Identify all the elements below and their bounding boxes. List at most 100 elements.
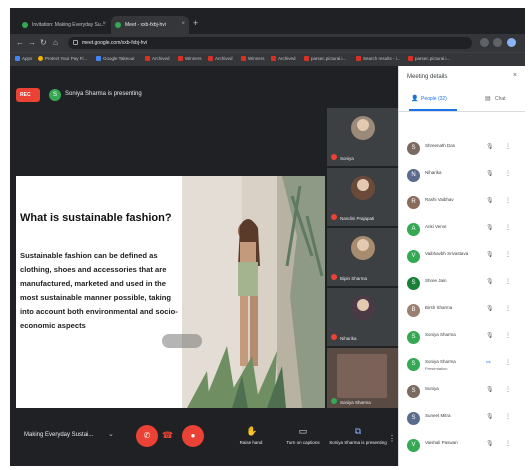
bookmark[interactable]: parsec.pictural.i...: [408, 56, 450, 61]
participant-avatar: S: [407, 385, 420, 398]
presenter-avatar: S: [49, 89, 61, 101]
bookmark[interactable]: Google Takeout: [96, 56, 134, 61]
profile-avatar[interactable]: [507, 38, 516, 47]
camera-toggle-button[interactable]: ●: [182, 425, 204, 447]
bookmark[interactable]: Archived: [271, 56, 296, 61]
url-text: meet.google.com/xxb-fxbj-hvi: [82, 40, 148, 46]
participant-tile[interactable]: Niharika: [327, 288, 398, 346]
mic-icon[interactable]: 🎙: [486, 332, 494, 339]
meeting-title[interactable]: Making Everyday Sustai...: [24, 432, 93, 438]
hand-icon: ✋: [246, 426, 258, 436]
new-tab-button[interactable]: +: [193, 18, 198, 28]
participant-row[interactable]: S Suneet Mitra 🎙 ⋮: [399, 408, 525, 432]
participant-row[interactable]: S Shree Jain 🎙 ⋮: [399, 273, 525, 297]
bookmark[interactable]: parsec.pictural.i...: [304, 56, 346, 61]
browser-tab[interactable]: Invitation: Making Everyday Su... ×: [18, 16, 110, 34]
chevron-down-icon[interactable]: ⌄: [108, 430, 114, 438]
more-options-icon[interactable]: ⋮: [505, 278, 511, 285]
tab-people[interactable]: People (32): [421, 96, 447, 102]
close-tab-icon[interactable]: ×: [181, 21, 185, 27]
participant-row[interactable]: V Vaishali Paswan 🎙 ⋮: [399, 435, 525, 459]
forward-icon[interactable]: →: [28, 37, 36, 49]
bookmark-apps[interactable]: Apps: [15, 56, 32, 61]
participant-tile[interactable]: Soniya: [327, 108, 398, 166]
participant-name: Anki Verve: [425, 224, 447, 229]
mic-icon[interactable]: 🎙: [486, 386, 494, 393]
captions-button[interactable]: ▭ Turn on captions: [280, 426, 326, 445]
close-tab-icon[interactable]: ×: [102, 21, 106, 27]
mic-icon[interactable]: 🎙: [486, 305, 494, 312]
participant-tile[interactable]: Bipin Sharma: [327, 228, 398, 286]
participant-row[interactable]: S Suniya 🎙 ⋮: [399, 381, 525, 405]
participant-avatar: N: [407, 169, 420, 182]
participant-row[interactable]: R Rashi Vaibhav 🎙 ⋮: [399, 192, 525, 216]
tab-label: Invitation: Making Everyday Su...: [32, 22, 105, 28]
participant-avatar: A: [407, 223, 420, 236]
bookmark[interactable]: Search results - i...: [356, 56, 401, 61]
more-options-icon[interactable]: ⋮: [505, 224, 511, 231]
bookmark[interactable]: Archived: [208, 56, 233, 61]
participant-row[interactable]: B Birsh Sharma 🎙 ⋮: [399, 300, 525, 324]
more-options-icon[interactable]: ⋮: [505, 440, 511, 447]
participant-avatar: S: [407, 331, 420, 344]
tab-chat[interactable]: Chat: [495, 96, 506, 102]
bookmark[interactable]: Winners: [241, 56, 265, 61]
more-options-icon[interactable]: ⋮: [505, 386, 511, 393]
hang-up-button[interactable]: ☎: [162, 431, 174, 440]
slide-hover-control[interactable]: [162, 334, 202, 348]
more-options-icon[interactable]: ⋮: [505, 332, 511, 339]
close-icon[interactable]: ×: [513, 72, 517, 79]
extension-icon[interactable]: [493, 38, 502, 47]
presenting-icon[interactable]: ⇨: [486, 359, 491, 366]
bookmark[interactable]: Winners: [178, 56, 202, 61]
camera-off-icon: ●: [190, 431, 196, 440]
mic-toggle-button[interactable]: ✆: [136, 425, 158, 447]
participant-row[interactable]: S Soniya Sharma 🎙 ⋮: [399, 327, 525, 351]
home-icon[interactable]: ⌂: [53, 37, 58, 49]
raise-hand-label: Raise hand: [239, 440, 263, 445]
mic-icon[interactable]: 🎙: [486, 440, 494, 447]
participant-name: Niharika: [425, 170, 442, 175]
more-options-icon[interactable]: ⋮: [505, 359, 511, 366]
slide-title: What is sustainable fashion?: [20, 212, 172, 224]
participant-name: Suniya: [425, 386, 439, 391]
presentation-slide: What is sustainable fashion? Sustainable…: [16, 176, 325, 408]
more-options-icon[interactable]: ⋮: [505, 170, 511, 177]
more-options-icon[interactable]: ⋮: [505, 197, 511, 204]
more-options-icon[interactable]: ⋮: [505, 305, 511, 312]
mic-off-icon: ✆: [143, 431, 151, 440]
slide-photo: [182, 176, 325, 408]
mic-icon[interactable]: 🎙: [486, 143, 494, 150]
extension-icon[interactable]: [480, 38, 489, 47]
mic-icon[interactable]: 🎙: [486, 224, 494, 231]
raise-hand-button[interactable]: ✋ Raise hand: [228, 426, 274, 445]
bookmark[interactable]: Protect Your Pay Fi...: [38, 56, 87, 61]
mic-icon[interactable]: 🎙: [486, 251, 494, 258]
bookmark[interactable]: Archived: [145, 56, 170, 61]
lock-icon: [73, 40, 78, 45]
active-tab-indicator: [409, 109, 457, 111]
present-button[interactable]: ⧉ Soniya Sharma is presenting: [328, 426, 388, 445]
avatar: [351, 176, 375, 200]
more-options-icon[interactable]: ⋮: [505, 413, 511, 420]
mic-icon[interactable]: 🎙: [486, 170, 494, 177]
back-icon[interactable]: ←: [16, 37, 24, 49]
participant-tile-self[interactable]: Soniya Sharma: [327, 348, 398, 410]
mic-icon[interactable]: 🎙: [486, 413, 494, 420]
address-bar[interactable]: meet.google.com/xxb-fxbj-hvi: [68, 37, 472, 49]
recording-badge: REC: [16, 88, 40, 102]
browser-tab-active[interactable]: Meet - xxb-fxbj-hvi ×: [111, 16, 189, 34]
participant-row[interactable]: S Soniya Sharma Presentation ⇨ ⋮: [399, 354, 525, 378]
mic-icon[interactable]: 🎙: [486, 278, 494, 285]
participant-row[interactable]: N Niharika 🎙 ⋮: [399, 165, 525, 189]
fashion-model-image: [182, 176, 325, 408]
participant-row[interactable]: V Vaibhavbh Srivastava 🎙 ⋮: [399, 246, 525, 270]
more-options-icon[interactable]: ⋮: [505, 251, 511, 258]
more-options-icon[interactable]: ⋮: [505, 143, 511, 150]
reload-icon[interactable]: ↻: [40, 37, 47, 49]
more-options-icon[interactable]: ⋮: [388, 434, 396, 443]
participant-tile[interactable]: Nandini Prajapati: [327, 168, 398, 226]
participant-row[interactable]: S Shreenath Das 🎙 ⋮: [399, 138, 525, 162]
participant-row[interactable]: A Anki Verve 🎙 ⋮: [399, 219, 525, 243]
mic-icon[interactable]: 🎙: [486, 197, 494, 204]
